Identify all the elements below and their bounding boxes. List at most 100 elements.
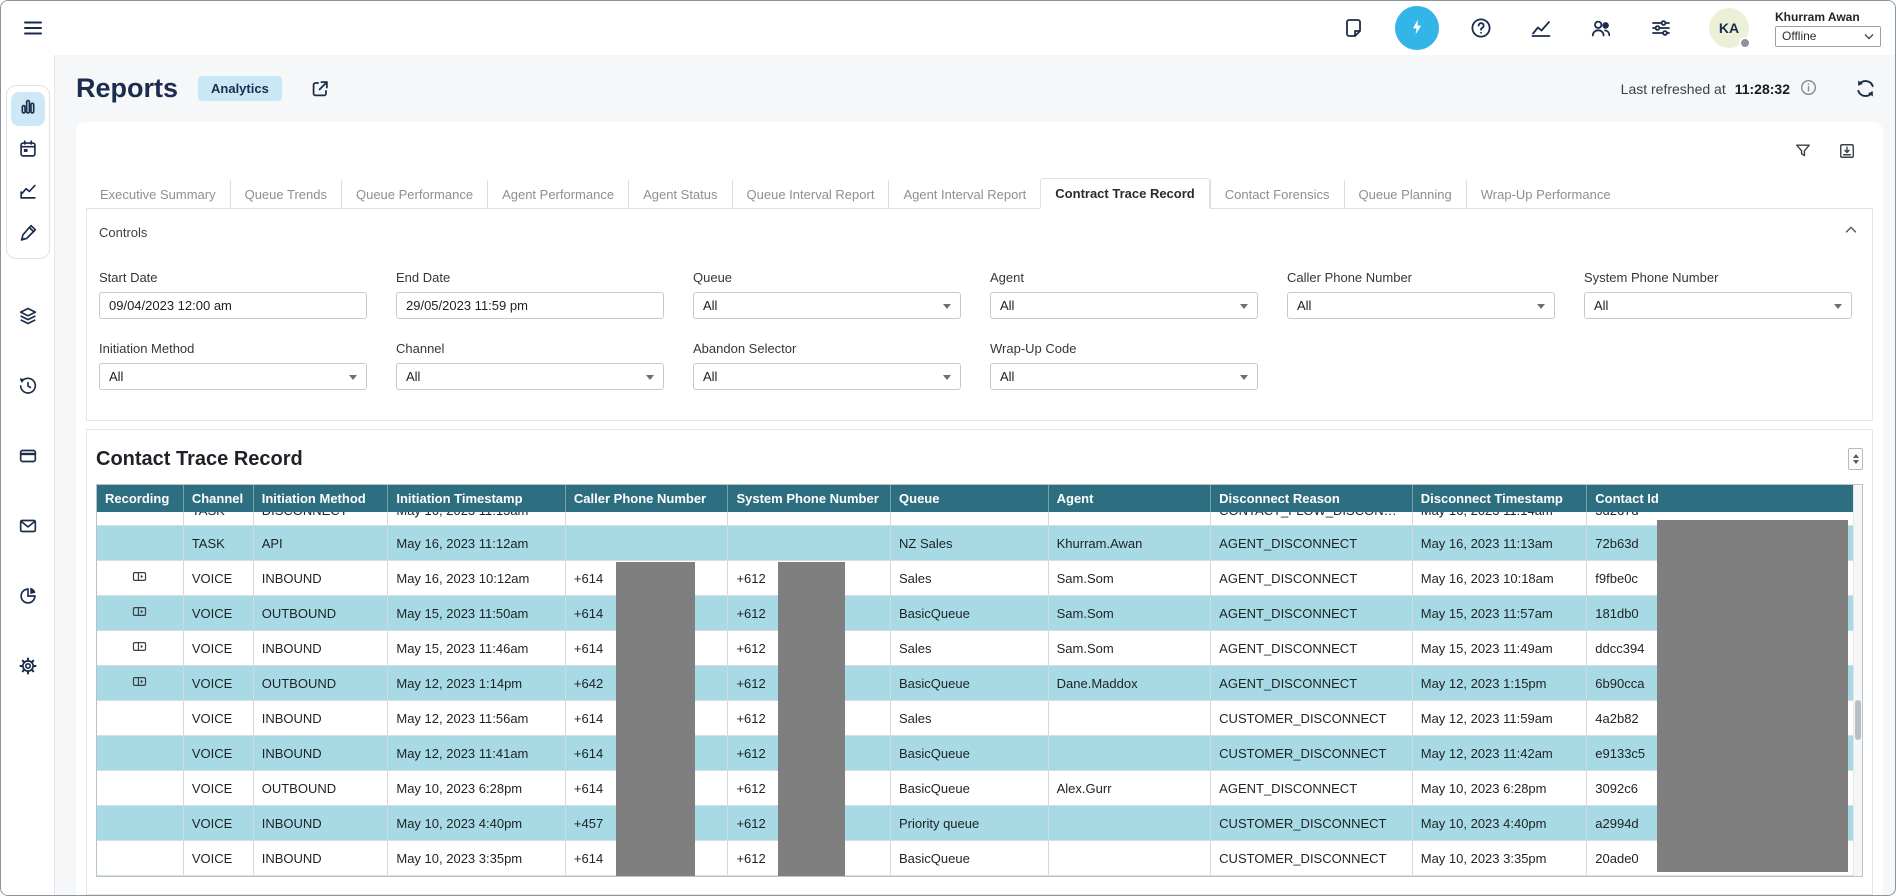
sidebar-item-history[interactable] <box>11 371 45 405</box>
field-input[interactable]: All <box>99 363 367 390</box>
table-row[interactable]: VOICE INBOUND May 16, 2023 10:12am +614 … <box>97 561 1862 596</box>
sidebar-item-reports[interactable] <box>11 92 45 126</box>
ctr-table: Recording Channel Initiation Method Init… <box>96 484 1863 877</box>
notes-button[interactable] <box>1335 10 1371 46</box>
info-icon[interactable] <box>1799 78 1818 100</box>
field-input[interactable]: All <box>693 292 961 319</box>
help-button[interactable] <box>1463 10 1499 46</box>
field-input[interactable]: All <box>1287 292 1555 319</box>
stepper-down-icon[interactable] <box>1853 460 1859 467</box>
stepper-up-icon[interactable] <box>1853 451 1859 458</box>
disconnect-reason-cell: CUSTOMER_DISCONNECT <box>1211 806 1413 840</box>
field-input[interactable]: All <box>693 363 961 390</box>
column-header[interactable]: Recording <box>97 485 184 512</box>
settings-sliders-button[interactable] <box>1643 10 1679 46</box>
table-row[interactable]: VOICE INBOUND May 10, 2023 3:35pm +614 +… <box>97 841 1862 876</box>
tab[interactable]: Queue Planning <box>1344 180 1466 208</box>
tab-label: Wrap-Up Performance <box>1481 187 1611 202</box>
sidebar-item-layers[interactable] <box>11 301 45 335</box>
tab[interactable]: Contract Trace Record <box>1040 178 1209 209</box>
sidebar-item-design[interactable] <box>11 218 45 252</box>
field-input[interactable]: All <box>1584 292 1852 319</box>
column-header[interactable]: Disconnect Timestamp <box>1413 485 1588 512</box>
column-header[interactable]: Agent <box>1049 485 1212 512</box>
tab[interactable]: Queue Interval Report <box>732 180 889 208</box>
field-value: All <box>1000 369 1014 384</box>
table-row[interactable]: VOICE OUTBOUND May 10, 2023 6:28pm +614 … <box>97 771 1862 806</box>
metrics-button[interactable] <box>1523 10 1559 46</box>
gear-icon <box>17 655 39 682</box>
column-header[interactable]: Initiation Timestamp <box>388 485 566 512</box>
disconnect-timestamp-cell: May 15, 2023 11:49am <box>1413 631 1588 665</box>
column-header[interactable]: Initiation Method <box>254 485 389 512</box>
table-row[interactable]: VOICE INBOUND May 15, 2023 11:46am +614 … <box>97 631 1862 666</box>
table-row[interactable]: VOICE INBOUND May 10, 2023 4:40pm +457 +… <box>97 806 1862 841</box>
tab-label: Queue Planning <box>1359 187 1452 202</box>
field-input[interactable]: 09/04/2023 12:00 am <box>99 292 367 319</box>
table-row[interactable]: VOICE INBOUND May 12, 2023 11:56am +614 … <box>97 701 1862 736</box>
recording-link-icon[interactable] <box>131 569 148 587</box>
sidebar-item-pie-reports[interactable] <box>11 581 45 615</box>
tab[interactable]: Queue Trends <box>230 180 341 208</box>
quick-actions-button[interactable] <box>1395 6 1439 50</box>
tab[interactable]: Contact Forensics <box>1210 180 1344 208</box>
table-row[interactable]: VOICE OUTBOUND May 15, 2023 11:50am +614… <box>97 596 1862 631</box>
disconnect-reason-cell: CUSTOMER_DISCONNECT <box>1211 841 1413 875</box>
field-input[interactable]: All <box>990 292 1258 319</box>
hamburger-menu-button[interactable] <box>15 10 51 46</box>
refresh-button[interactable] <box>1847 71 1883 107</box>
tab-label: Agent Status <box>643 187 717 202</box>
recording-link-icon[interactable] <box>131 639 148 657</box>
report-tabs: Executive Summary Queue Trends Queue Per… <box>86 178 1873 209</box>
download-button[interactable] <box>1833 137 1861 165</box>
column-header[interactable]: Contact Id <box>1587 485 1862 512</box>
initiation-method-cell: INBOUND <box>254 841 389 875</box>
sidebar-item-mail[interactable] <box>11 511 45 545</box>
app-window: KA Khurram Awan Offline <box>0 0 1896 896</box>
channel-cell: TASK <box>184 512 254 526</box>
tab[interactable]: Wrap-Up Performance <box>1466 180 1625 208</box>
collapse-chevron-up-icon[interactable] <box>1842 221 1860 244</box>
table-row[interactable]: VOICE OUTBOUND May 12, 2023 1:14pm +642 … <box>97 666 1862 701</box>
recording-link-icon[interactable] <box>131 674 148 692</box>
avatar[interactable]: KA <box>1709 8 1749 48</box>
column-header[interactable]: Caller Phone Number <box>566 485 729 512</box>
field-input[interactable]: 29/05/2023 11:59 pm <box>396 292 664 319</box>
caller-phone-cell <box>566 526 729 560</box>
tab[interactable]: Executive Summary <box>86 180 230 208</box>
tab[interactable]: Queue Performance <box>341 180 487 208</box>
recording-link-icon[interactable] <box>131 604 148 622</box>
field-input[interactable]: All <box>396 363 664 390</box>
column-header[interactable]: Disconnect Reason <box>1211 485 1413 512</box>
table-row[interactable]: VOICE INBOUND May 12, 2023 11:41am +614 … <box>97 736 1862 771</box>
recording-cell <box>97 666 184 700</box>
sidebar-item-settings[interactable] <box>11 651 45 685</box>
refresh-icon <box>1854 77 1877 100</box>
tab[interactable]: Agent Performance <box>487 180 628 208</box>
sidebar-item-schedule[interactable] <box>11 134 45 168</box>
column-header[interactable]: System Phone Number <box>728 485 891 512</box>
field-input[interactable]: All <box>990 363 1258 390</box>
tab[interactable]: Agent Status <box>628 180 731 208</box>
scrollbar-thumb[interactable] <box>1855 700 1861 740</box>
contact-id-prefix: ddcc394 <box>1595 641 1644 656</box>
table-row[interactable]: TASK DISCONNECT May 16, 2023 11:13am CON… <box>97 512 1862 526</box>
status-select[interactable]: Offline <box>1775 26 1881 47</box>
sidebar-item-window[interactable] <box>11 441 45 475</box>
sidebar-item-trends[interactable] <box>11 176 45 210</box>
initiation-method-cell: OUTBOUND <box>254 666 389 700</box>
filter-button[interactable] <box>1789 137 1817 165</box>
table-row[interactable]: TASK API May 16, 2023 11:12am NZ Sales K… <box>97 526 1862 561</box>
scroll-stepper[interactable] <box>1848 448 1863 470</box>
column-header[interactable]: Queue <box>891 485 1049 512</box>
ctr-panel: Contact Trace Record Recording Ch <box>86 429 1873 895</box>
status-dot <box>1739 37 1751 49</box>
agents-button[interactable] <box>1583 10 1619 46</box>
help-icon <box>1469 16 1493 40</box>
column-header[interactable]: Channel <box>184 485 254 512</box>
open-external-button[interactable] <box>302 71 338 107</box>
channel-cell: VOICE <box>184 561 254 595</box>
agent-cell: Dane.Maddox <box>1049 666 1212 700</box>
notes-icon <box>1341 16 1365 40</box>
tab[interactable]: Agent Interval Report <box>888 180 1040 208</box>
